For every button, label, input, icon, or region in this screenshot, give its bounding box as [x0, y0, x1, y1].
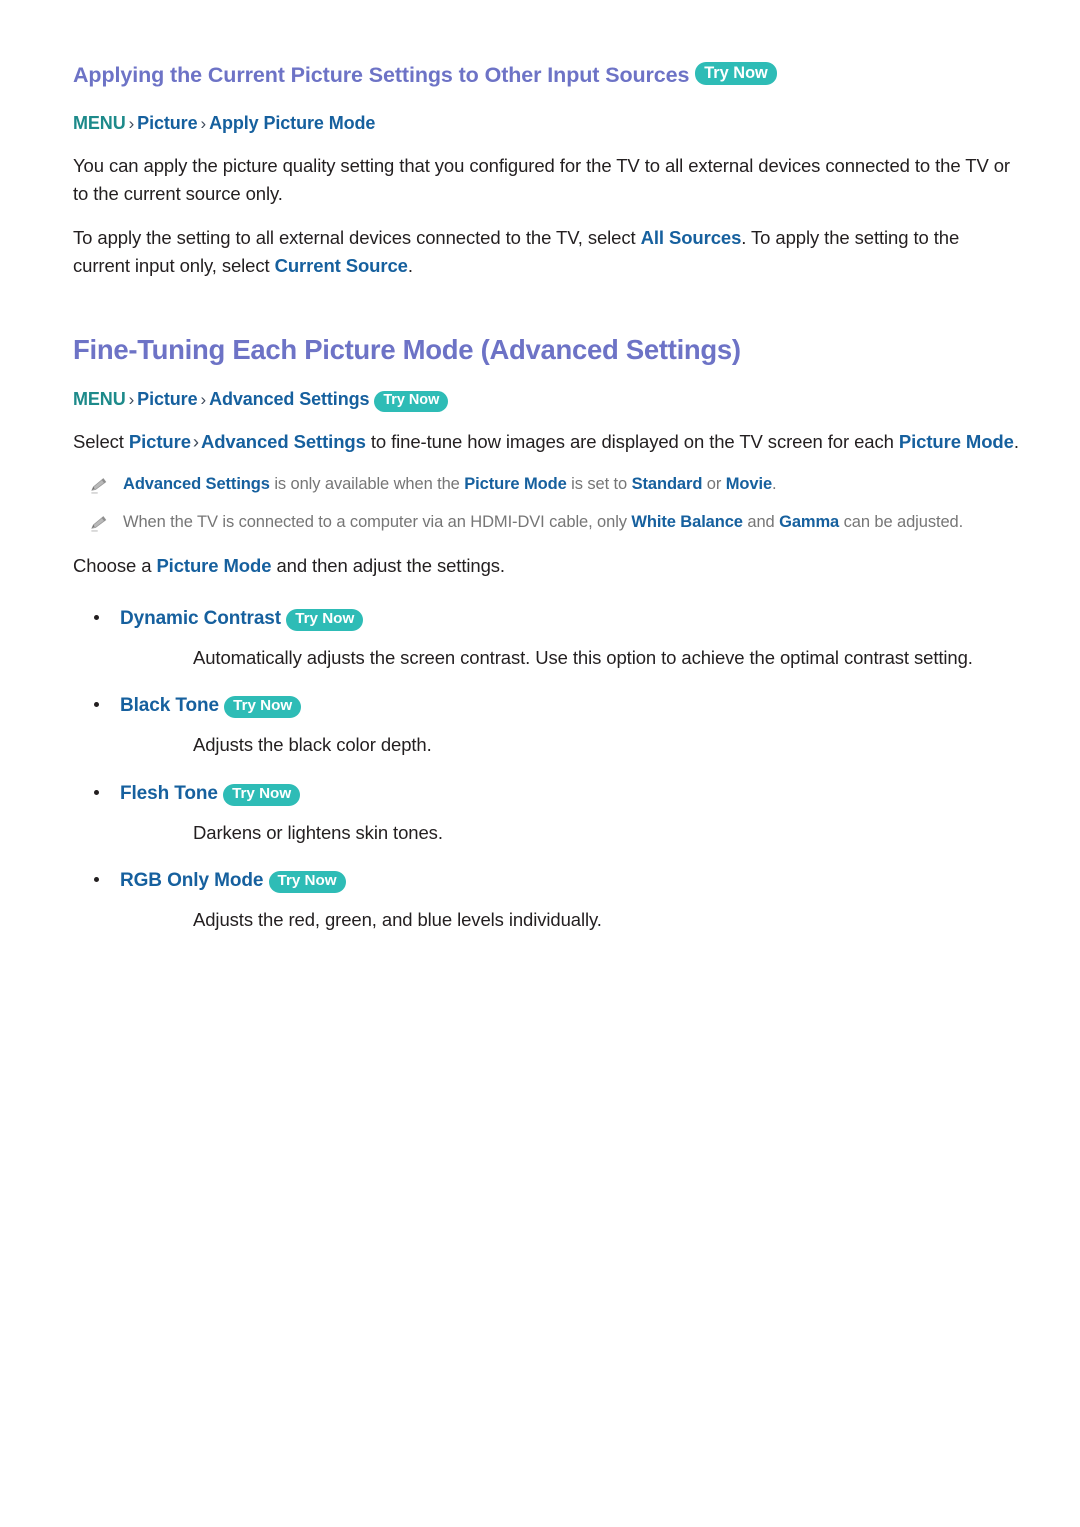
note-item: When the TV is connected to a computer v… [73, 510, 1021, 534]
bullet-icon [94, 781, 120, 795]
term-picture-mode[interactable]: Picture Mode [899, 431, 1014, 452]
note-part-1: When the TV is connected to a computer v… [123, 512, 632, 531]
section-one-paragraph-2: To apply the setting to all external dev… [73, 224, 1021, 280]
breadcrumb-item-apply-picture-mode[interactable]: Apply Picture Mode [209, 113, 375, 133]
paragraph-2-part-3: . [407, 255, 413, 277]
section-one-heading-text: Applying the Current Picture Settings to… [73, 63, 690, 87]
section-one-heading: Applying the Current Picture Settings to… [73, 62, 1021, 89]
option-label[interactable]: Dynamic Contrast Try Now [120, 606, 364, 632]
pencil-icon [89, 510, 111, 533]
note-text: When the TV is connected to a computer v… [123, 510, 963, 534]
breadcrumb-item-advanced-settings[interactable]: Advanced Settings [209, 389, 369, 409]
list-item: Black Tone Try Now Adjusts the black col… [73, 693, 1021, 758]
option-header: Dynamic Contrast Try Now [73, 606, 1021, 632]
option-label[interactable]: RGB Only Mode Try Now [120, 868, 346, 894]
list-item: Dynamic Contrast Try Now Automatically a… [73, 606, 1021, 671]
picture-options-list: Dynamic Contrast Try Now Automatically a… [73, 606, 1021, 934]
note-part-5: . [772, 475, 777, 494]
option-description: Automatically adjusts the screen contras… [193, 646, 973, 668]
option-label[interactable]: Flesh Tone Try Now [120, 781, 301, 807]
bullet-icon [94, 606, 120, 621]
try-now-badge[interactable]: Try Now [223, 783, 301, 806]
term-current-source[interactable]: Current Source [275, 255, 408, 276]
note-part-2: and [742, 512, 780, 531]
intro-part-1: Select [73, 431, 129, 453]
note-part-3: can be adjusted. [839, 512, 964, 531]
breadcrumb-separator-icon: › [128, 113, 135, 133]
note-part-3: is set to [566, 475, 632, 494]
term-advanced-settings[interactable]: Advanced Settings [201, 431, 366, 452]
note-text: Advanced Settings is only available when… [123, 472, 777, 496]
term-advanced-settings[interactable]: Advanced Settings [123, 475, 270, 493]
pencil-icon [89, 472, 111, 495]
breadcrumb-advanced-settings: MENU › Picture › Advanced Settings Try Now [73, 387, 1021, 412]
try-now-badge[interactable]: Try Now [374, 390, 449, 412]
breadcrumb-menu[interactable]: MENU [73, 389, 126, 409]
breadcrumb-apply-picture-mode: MENU › Picture › Apply Picture Mode [73, 111, 1021, 136]
term-picture-mode[interactable]: Picture Mode [156, 555, 271, 576]
list-item: RGB Only Mode Try Now Adjusts the red, g… [73, 868, 1021, 933]
option-header: Black Tone Try Now [73, 693, 1021, 719]
term-picture-mode[interactable]: Picture Mode [464, 475, 567, 493]
option-description: Darkens or lightens skin tones. [193, 821, 443, 843]
term-movie[interactable]: Movie [726, 475, 772, 493]
breadcrumb-item-picture[interactable]: Picture [137, 113, 197, 133]
bullet-icon [94, 868, 120, 883]
heading-spacer [73, 367, 1021, 387]
intro-part-3: . [1013, 431, 1019, 453]
notes-list: Advanced Settings is only available when… [73, 472, 1021, 534]
option-description: Adjusts the black color depth. [193, 734, 432, 756]
note-item: Advanced Settings is only available when… [73, 472, 1021, 496]
section-two-heading: Fine-Tuning Each Picture Mode (Advanced … [73, 333, 741, 365]
bullet-icon [94, 693, 120, 708]
section-one-paragraph-1: You can apply the picture quality settin… [73, 155, 1010, 205]
breadcrumb-menu[interactable]: MENU [73, 113, 126, 133]
breadcrumb-separator-icon: › [128, 389, 135, 409]
option-label-text: Black Tone [120, 695, 219, 717]
note-part-4: or [702, 475, 726, 494]
term-standard[interactable]: Standard [632, 475, 703, 493]
term-gamma[interactable]: Gamma [779, 513, 839, 531]
term-white-balance[interactable]: White Balance [631, 513, 743, 531]
try-now-badge[interactable]: Try Now [286, 609, 364, 631]
option-description: Adjusts the red, green, and blue levels … [193, 908, 602, 930]
breadcrumb-separator-icon: › [200, 113, 207, 133]
choose-part-2: and then adjust the settings. [271, 554, 505, 576]
option-header: RGB Only Mode Try Now [73, 868, 1021, 894]
document-page: Applying the Current Picture Settings to… [0, 0, 1080, 1527]
option-header: Flesh Tone Try Now [73, 781, 1021, 807]
section-two-intro: Select Picture › Advanced Settings to fine… [73, 428, 1021, 456]
term-picture[interactable]: Picture [129, 431, 191, 452]
page-content: Applying the Current Picture Settings to… [73, 62, 1021, 956]
option-label-text: Flesh Tone [120, 782, 218, 804]
term-all-sources[interactable]: All Sources [641, 227, 742, 248]
option-label-text: RGB Only Mode [120, 870, 264, 892]
breadcrumb-separator-icon: › [200, 389, 207, 409]
list-item: Flesh Tone Try Now Darkens or lightens s… [73, 781, 1021, 846]
note-part-2: is only available when the [269, 475, 465, 494]
try-now-badge[interactable]: Try Now [268, 871, 346, 894]
try-now-badge[interactable]: Try Now [224, 696, 302, 719]
try-now-badge[interactable]: Try Now [695, 62, 777, 86]
choose-picture-mode-line: Choose a Picture Mode and then adjust th… [73, 552, 1021, 580]
intro-separator-icon: › [192, 431, 199, 453]
option-label-text: Dynamic Contrast [120, 608, 281, 630]
breadcrumb-item-picture[interactable]: Picture [137, 389, 197, 409]
option-label[interactable]: Black Tone Try Now [120, 693, 302, 719]
choose-part-1: Choose a [73, 554, 157, 576]
intro-part-2: to fine-tune how images are displayed on… [365, 431, 899, 453]
paragraph-2-part-1: To apply the setting to all external dev… [73, 227, 641, 249]
